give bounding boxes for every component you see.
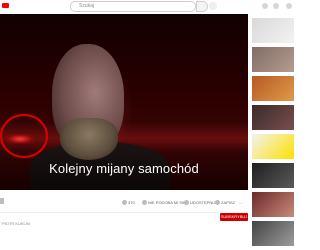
save-label: ZAPISZ [221, 200, 236, 205]
search-input[interactable]: Szukaj [70, 1, 196, 12]
dislike-button[interactable]: NIE PODOBA MI SIĘ [142, 199, 186, 207]
video-player[interactable]: Kolejny mijany samochód [0, 14, 248, 190]
divider [0, 212, 218, 213]
recommended-video-thumbnail[interactable] [252, 163, 294, 188]
search-button[interactable] [196, 1, 208, 12]
recommendations-sidebar [252, 14, 300, 250]
like-button[interactable]: 370 [122, 199, 135, 207]
video-subtitle: Kolejny mijany samochód [49, 161, 199, 176]
video-title-marker [0, 198, 4, 204]
recommended-video-thumbnail[interactable] [252, 18, 294, 43]
save-icon [215, 200, 220, 206]
share-button[interactable]: UDOSTĘPNIJ [184, 199, 215, 207]
like-count: 370 [128, 200, 135, 205]
microphone-icon[interactable] [209, 2, 217, 10]
youtube-logo-icon[interactable] [2, 3, 9, 8]
notifications-icon[interactable] [273, 3, 279, 9]
share-icon [184, 200, 189, 206]
share-label: UDOSTĘPNIJ [190, 200, 216, 205]
recommended-video-thumbnail[interactable] [252, 76, 294, 101]
recommended-video-thumbnail[interactable] [252, 105, 294, 130]
video-meta: 370 NIE PODOBA MI SIĘ UDOSTĘPNIJ ZAPISZ … [0, 190, 250, 250]
recommended-video-thumbnail[interactable] [252, 47, 294, 72]
avatar[interactable] [286, 3, 292, 9]
recommended-video-thumbnail[interactable] [252, 221, 294, 246]
dislike-label: NIE PODOBA MI SIĘ [148, 200, 186, 205]
recommended-video-thumbnail[interactable] [252, 134, 294, 159]
thumbs-up-icon [122, 200, 127, 206]
driver-beard [60, 118, 118, 160]
channel-name[interactable]: PIOTR KUKLIN [2, 220, 122, 228]
save-button[interactable]: ZAPISZ [215, 199, 235, 207]
thumbs-down-icon [142, 200, 147, 206]
search-placeholder: Szukaj [79, 3, 95, 9]
apps-icon[interactable] [262, 3, 268, 9]
recommended-video-thumbnail[interactable] [252, 192, 294, 217]
masthead: Szukaj [0, 0, 300, 14]
subscribe-button[interactable]: SUBSKRYBUJ [220, 213, 248, 221]
more-actions-button[interactable]: ... [239, 199, 242, 207]
highlight-circle [0, 114, 48, 158]
